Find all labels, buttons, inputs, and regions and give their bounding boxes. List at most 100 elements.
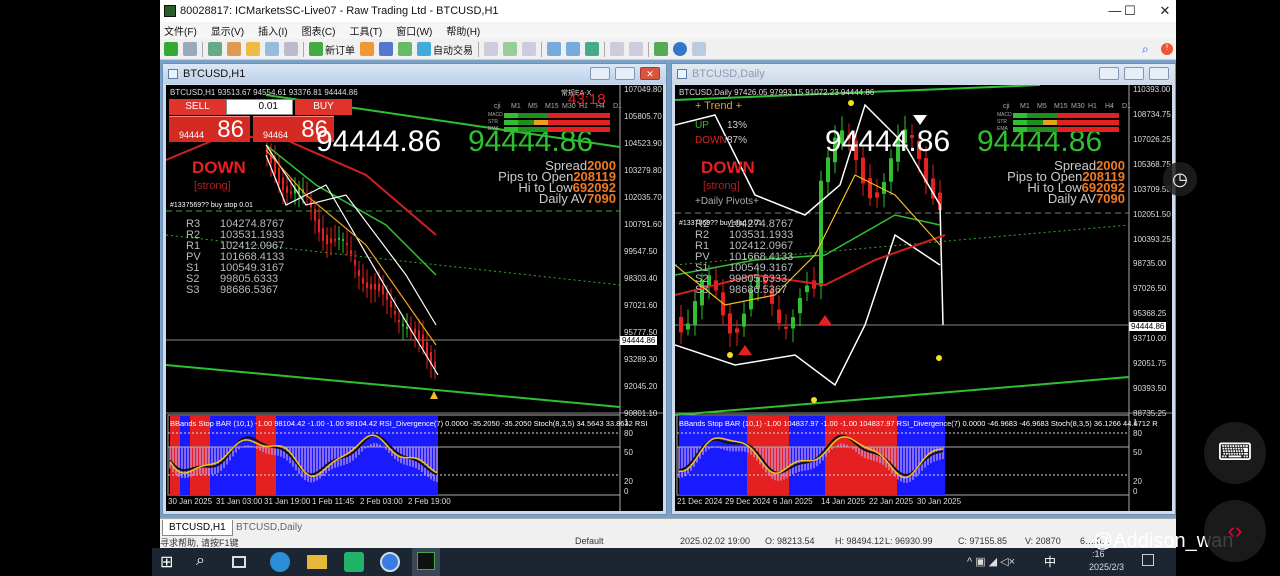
- sell-price-button[interactable]: 94444 86: [169, 116, 250, 143]
- price-axis-label: 100393.25: [1133, 234, 1171, 244]
- mtf-signal-bar: [534, 120, 548, 125]
- time-axis-label: 30 Jan 2025: [168, 497, 213, 506]
- candle-body: [366, 282, 368, 288]
- tab-btcusd-h1[interactable]: BTCUSD,H1: [162, 520, 233, 536]
- mtf-row-label: STR: [488, 119, 498, 125]
- templates-icon[interactable]: [692, 42, 706, 56]
- file-explorer-icon[interactable]: [307, 555, 327, 569]
- maximize-button[interactable]: ☐: [1115, 2, 1145, 20]
- chart-window-titlebar[interactable]: BTCUSD,Daily: [672, 64, 1175, 84]
- menu-help[interactable]: 帮助(H): [446, 23, 480, 38]
- tray-icons[interactable]: ^ ▣ ◢ ◁×: [967, 555, 1015, 568]
- chart-restore-button[interactable]: [615, 67, 635, 80]
- chat-app-icon[interactable]: [380, 552, 400, 572]
- candle-body: [422, 334, 424, 349]
- edge-icon[interactable]: [270, 552, 290, 572]
- tester-icon[interactable]: [284, 42, 298, 56]
- navigator-icon[interactable]: [246, 42, 260, 56]
- chart-close-button[interactable]: [1149, 67, 1169, 80]
- code-icon: ‹›: [1227, 518, 1243, 543]
- status-open: O: 98213.54: [765, 536, 815, 546]
- line-chart-icon[interactable]: [522, 42, 536, 56]
- time-axis-label: 2 Feb 03:00: [360, 497, 403, 506]
- notification-icon[interactable]: !: [1161, 43, 1173, 55]
- menu-insert[interactable]: 插入(I): [258, 23, 287, 38]
- lot-size-input[interactable]: 0.01: [226, 99, 293, 115]
- price-axis-label: 105368.75: [1133, 159, 1171, 169]
- chart-minimize-button[interactable]: [1099, 67, 1119, 80]
- notifications-icon[interactable]: [1142, 554, 1154, 566]
- tab-btcusd-daily[interactable]: BTCUSD,Daily: [230, 520, 308, 536]
- bar-chart-icon[interactable]: [484, 42, 498, 56]
- mt4-taskbar-button[interactable]: [412, 548, 440, 576]
- floating-tag-button[interactable]: ◷: [1163, 162, 1197, 196]
- data-window-icon[interactable]: [227, 42, 241, 56]
- new-order-icon[interactable]: [309, 42, 323, 56]
- candle-body: [322, 228, 324, 241]
- mtf-signal-bar: [548, 127, 610, 132]
- down-label: DOWN: [695, 135, 727, 146]
- market-watch-icon[interactable]: [208, 42, 222, 56]
- indicator-axis-label: 20: [1133, 477, 1142, 486]
- experts-icon[interactable]: [379, 42, 393, 56]
- buy-button[interactable]: BUY: [295, 99, 352, 115]
- keyboard-button[interactable]: ⌨: [1204, 422, 1266, 484]
- menu-file[interactable]: 文件(F): [164, 23, 197, 38]
- ime-indicator[interactable]: 中: [1044, 553, 1056, 570]
- close-button[interactable]: ✕: [1150, 2, 1180, 20]
- chart-ohlc-header: BTCUSD,H1 93513.67 94554.61 93376.81 944…: [170, 88, 358, 97]
- search-icon[interactable]: ⌕: [196, 552, 216, 572]
- candle-body: [679, 316, 683, 333]
- price-chart-h1[interactable]: BTCUSD,H1 93513.67 94554.61 93376.81 944…: [166, 85, 663, 511]
- menu-tools[interactable]: 工具(T): [349, 23, 382, 38]
- mtf-column-label: M15: [1054, 103, 1068, 110]
- profiles-icon[interactable]: [183, 42, 197, 56]
- arrow-up-icon: [430, 391, 438, 399]
- mtf-row-label: STR: [997, 119, 1007, 125]
- start-icon[interactable]: ⊞: [160, 552, 180, 572]
- chart-shift-icon[interactable]: [629, 42, 643, 56]
- code-toggle-button[interactable]: ‹›: [1204, 500, 1266, 562]
- chart-window-h1[interactable]: BTCUSD,H1 ✕ BTCUSD,H1 93513.67 94554.61 …: [162, 63, 667, 515]
- menu-view[interactable]: 显示(V): [211, 23, 244, 38]
- new-order-button[interactable]: 新订单: [325, 42, 355, 57]
- chart-window-titlebar[interactable]: BTCUSD,H1 ✕: [163, 64, 666, 84]
- auto-trading-button[interactable]: 自动交易: [433, 42, 473, 57]
- price-chart-daily[interactable]: BTCUSD,Daily 97426.05 97993.15 91072.23 …: [675, 85, 1172, 511]
- sell-button[interactable]: SELL: [169, 99, 226, 115]
- chart-restore-button[interactable]: [1124, 67, 1144, 80]
- metaeditor-icon[interactable]: [360, 42, 374, 56]
- zoom-in-icon[interactable]: [547, 42, 561, 56]
- sell-price-small: 94444: [179, 130, 205, 140]
- clock-date[interactable]: 2025/2/3: [1089, 562, 1124, 572]
- time-axis-label: 29 Dec 2024: [725, 497, 771, 506]
- store-icon[interactable]: [344, 552, 364, 572]
- menu-charts[interactable]: 图表(C): [302, 23, 336, 38]
- auto-scroll-icon[interactable]: [610, 42, 624, 56]
- chart-minimize-button[interactable]: [590, 67, 610, 80]
- candle-body: [784, 326, 788, 329]
- price-axis-label: 100791.60: [624, 220, 662, 229]
- mtf-signal-bar: [1013, 113, 1027, 118]
- info-value: 7090: [1096, 191, 1125, 206]
- task-view-icon[interactable]: [232, 556, 246, 568]
- periods-icon[interactable]: [673, 42, 687, 56]
- mtf-signal-bar: [518, 113, 548, 118]
- chart-window-title: BTCUSD,Daily: [692, 68, 765, 80]
- up-label: UP: [695, 120, 709, 131]
- signals-icon[interactable]: [398, 42, 412, 56]
- buy-price-small: 94464: [263, 130, 289, 140]
- menu-window[interactable]: 窗口(W): [396, 23, 432, 38]
- candlestick-icon[interactable]: [503, 42, 517, 56]
- auto-trading-icon[interactable]: [417, 42, 431, 56]
- zoom-out-icon[interactable]: [566, 42, 580, 56]
- chart-close-button[interactable]: ✕: [640, 67, 660, 80]
- chart-window-daily[interactable]: BTCUSD,Daily BTCUSD,Daily 97426.05 97993…: [671, 63, 1176, 515]
- indicators-icon[interactable]: [654, 42, 668, 56]
- mtf-column-label: M5: [528, 103, 538, 110]
- tile-windows-icon[interactable]: [585, 42, 599, 56]
- new-chart-icon[interactable]: [164, 42, 178, 56]
- terminal-icon[interactable]: [265, 42, 279, 56]
- price-axis-label: 98303.40: [624, 274, 658, 283]
- search-icon[interactable]: ⌕: [1142, 42, 1149, 57]
